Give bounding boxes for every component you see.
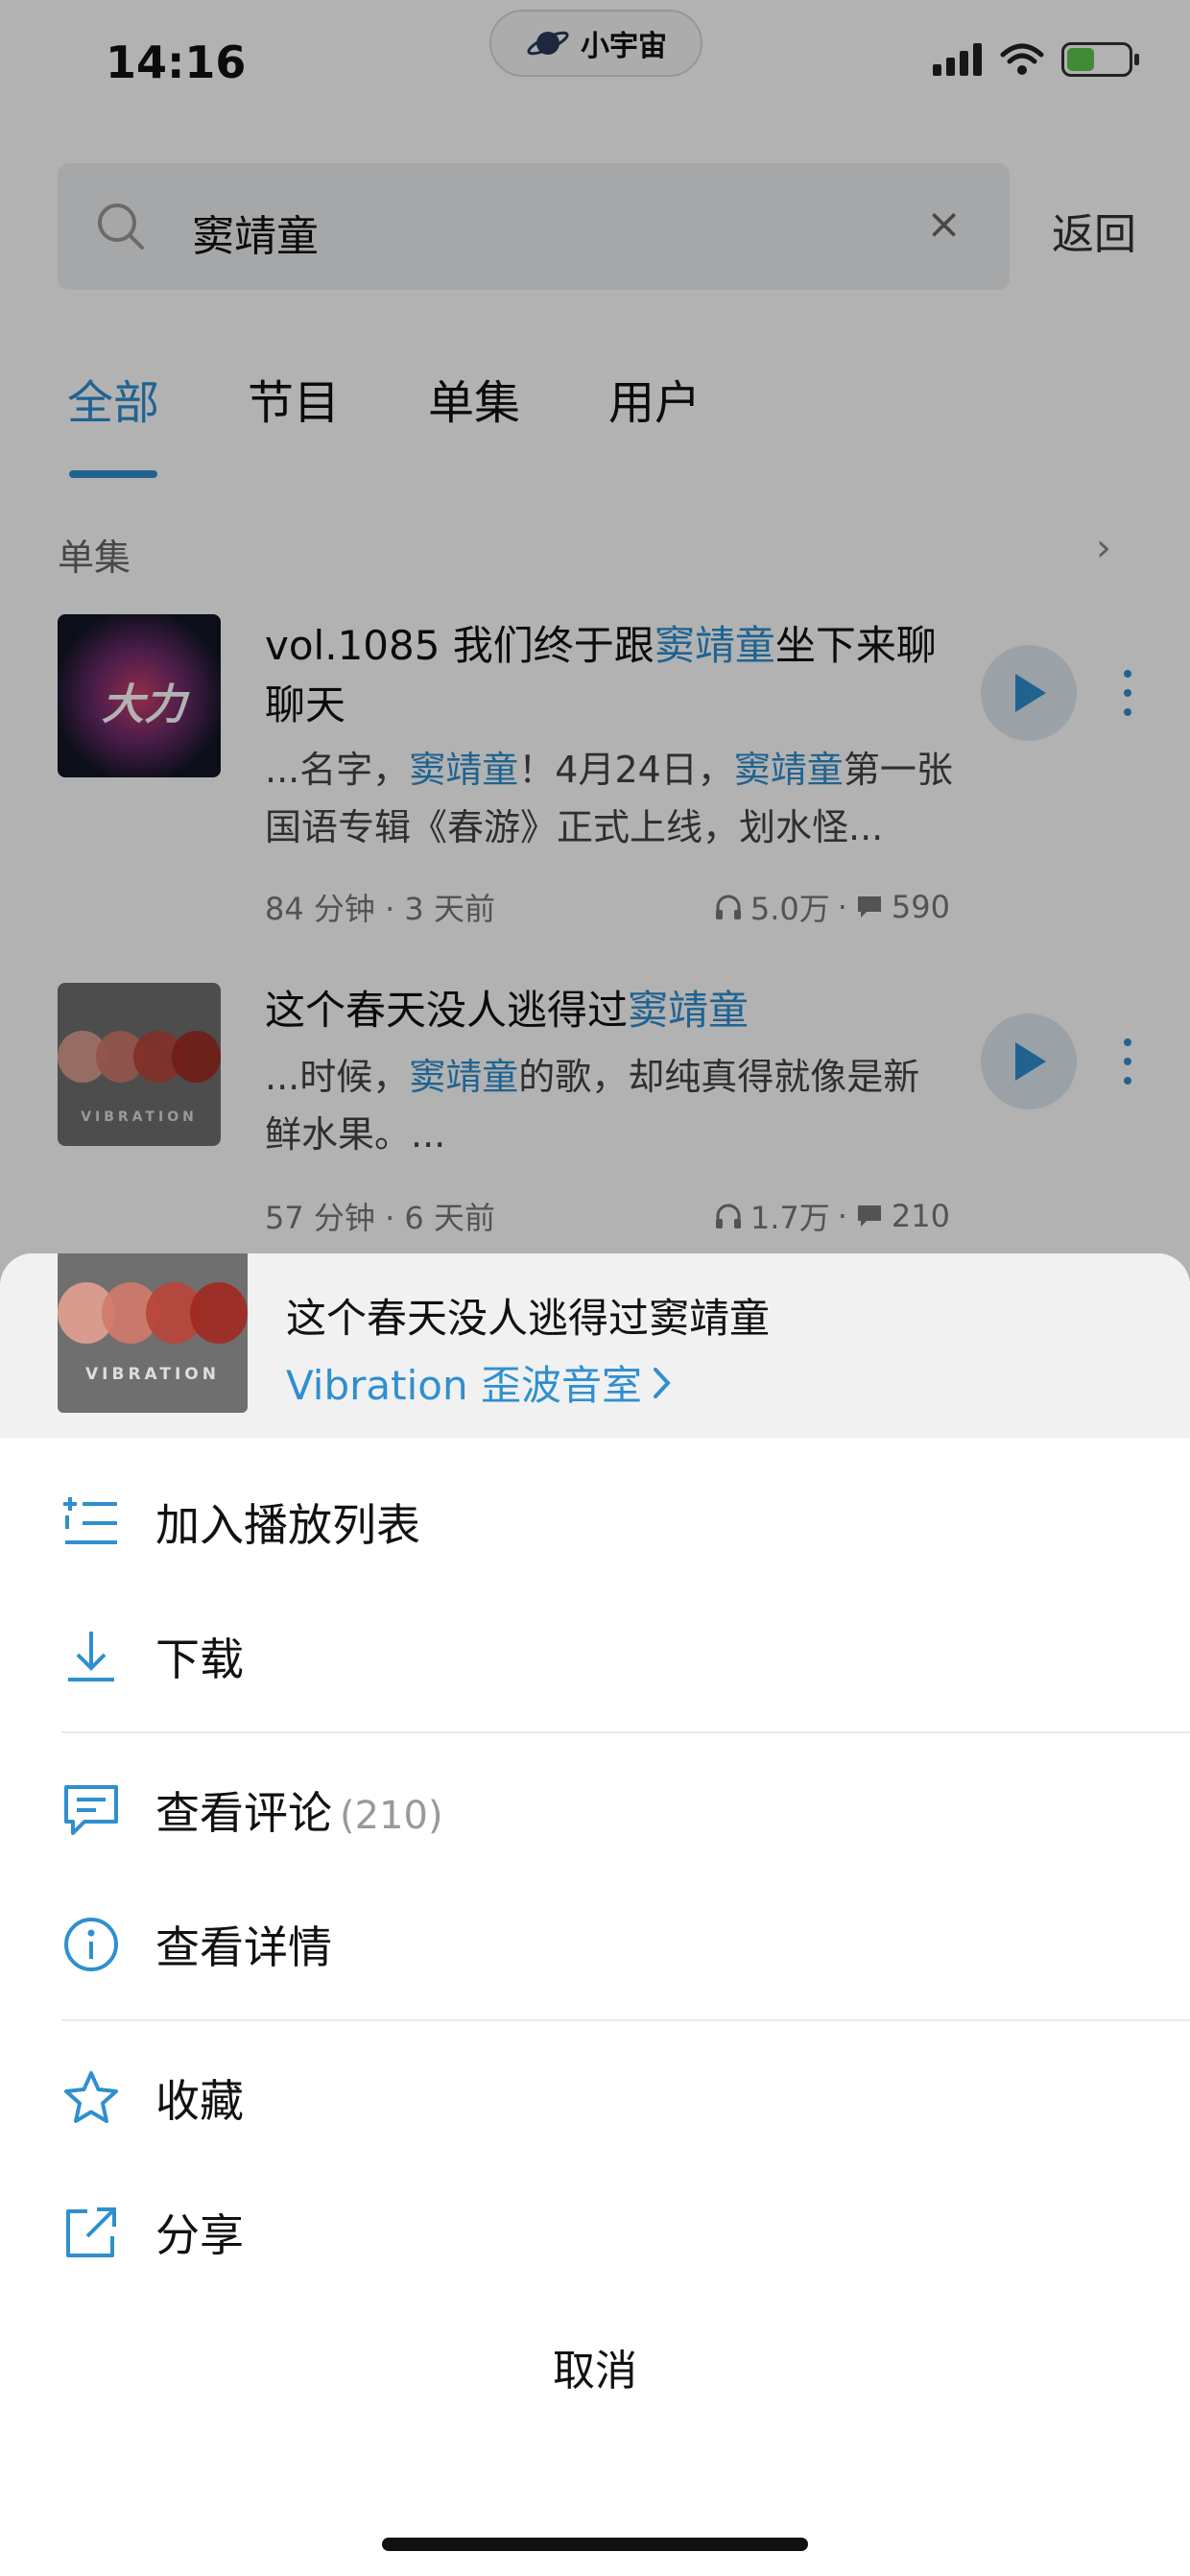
action-favorite[interactable]: 收藏: [0, 2031, 1190, 2165]
sheet-channel-name[interactable]: Vibration 歪波音室: [286, 1353, 642, 1412]
sheet-channel-link[interactable]: Vibration 歪波音室: [286, 1353, 673, 1412]
home-indicator: [382, 2538, 808, 2551]
action-add-to-playlist[interactable]: 加入播放列表: [0, 1455, 1190, 1589]
star-icon: [61, 2068, 121, 2128]
sheet-header: VIBRATION 这个春天没人逃得过窦靖童 Vibration 歪波音室: [0, 1253, 1190, 1438]
cancel-button[interactable]: 取消: [58, 2300, 1132, 2434]
action-label: 下载: [155, 1634, 244, 1685]
action-label: 查看评论 (210): [155, 1787, 443, 1839]
action-view-comments[interactable]: 查看评论 (210): [0, 1743, 1190, 1877]
sheet-episode-cover: VIBRATION: [58, 1253, 248, 1413]
share-icon: [61, 2203, 121, 2262]
comment-icon: [61, 1780, 121, 1840]
action-download[interactable]: 下载: [0, 1589, 1190, 1724]
action-share[interactable]: 分享: [0, 2165, 1190, 2300]
action-view-details[interactable]: 查看详情: [0, 1877, 1190, 2012]
divider: [61, 1731, 1190, 1733]
action-label: 加入播放列表: [155, 1499, 420, 1551]
comment-count: (210): [340, 1794, 443, 1838]
action-label: 收藏: [155, 2075, 244, 2127]
download-icon: [61, 1627, 121, 1686]
add-to-playlist-icon: [61, 1492, 121, 1552]
sheet-episode-title: 这个春天没人逃得过窦靖童: [286, 1295, 771, 1342]
sheet-cover-text: VIBRATION: [85, 1365, 220, 1384]
action-label: 查看详情: [155, 1921, 332, 1973]
info-icon: [61, 1915, 121, 1974]
chevron-right-icon: [653, 1367, 671, 1398]
action-label: 分享: [155, 2209, 244, 2261]
divider: [61, 2019, 1190, 2021]
